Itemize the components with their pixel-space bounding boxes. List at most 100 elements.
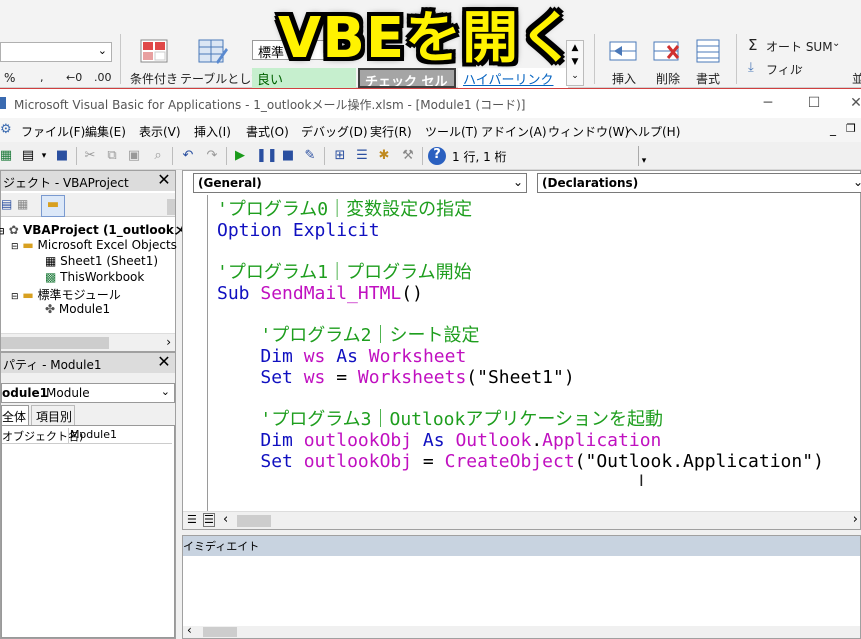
format-as-table-icon[interactable]	[198, 38, 228, 64]
copy-icon[interactable]: ⧉	[104, 148, 120, 164]
code-line[interactable]	[217, 304, 824, 325]
full-module-view-icon[interactable]: ☰	[203, 513, 215, 527]
scrollbar-thumb[interactable]	[203, 627, 237, 637]
minimize-icon[interactable]: _	[830, 122, 836, 136]
insert-userform-icon[interactable]: ▤	[20, 148, 36, 164]
expand-icon[interactable]: ⊟	[11, 242, 19, 252]
comma-style-icon[interactable]: ,	[40, 71, 44, 84]
code-line[interactable]: Dim ws As Worksheet	[217, 346, 824, 367]
sort-filter-partial[interactable]: 並	[852, 70, 861, 87]
properties-window-icon[interactable]: ☰	[354, 148, 370, 164]
maximize-icon[interactable]: ☐	[806, 95, 822, 111]
font-size-combo[interactable]: ⌄	[0, 42, 112, 62]
code-editor[interactable]: 'プログラム0｜変数設定の指定 Option Explicit 'プログラム1｜プロ…	[217, 199, 824, 472]
code-line[interactable]	[217, 388, 824, 409]
expand-icon[interactable]: ⊟	[11, 292, 19, 302]
paste-icon[interactable]: ▣	[126, 148, 142, 164]
margin-indicator-bar[interactable]	[183, 195, 208, 515]
minimize-icon[interactable]: ─	[760, 95, 776, 111]
format-cells-icon[interactable]	[694, 38, 724, 64]
toggle-folders-icon[interactable]: ▬	[41, 195, 65, 217]
menu-file[interactable]: ファイル(F)	[21, 123, 85, 140]
chevron-down-icon[interactable]: ⌄	[513, 175, 523, 189]
tree-thisworkbook[interactable]: ▩ ThisWorkbook	[45, 270, 144, 284]
code-line[interactable]: Set ws = Worksheets("Sheet1")	[217, 367, 824, 388]
scrollbar-vertical[interactable]	[167, 199, 175, 215]
code-line[interactable]: Option Explicit	[217, 220, 824, 241]
decrease-decimal-icon[interactable]: .00	[94, 71, 112, 84]
object-select[interactable]: odule1 Module ⌄	[1, 383, 175, 403]
object-browser-icon[interactable]: ✱	[376, 148, 392, 164]
menu-tools[interactable]: ツール(T)	[425, 123, 478, 140]
tree-root[interactable]: ⊟ ✿ VBAProject (1_outlookメ	[0, 221, 186, 238]
close-icon[interactable]: ✕	[156, 354, 172, 371]
close-icon[interactable]: ✕	[156, 172, 172, 189]
tree-excel-objects[interactable]: ⊟ ▬ Microsoft Excel Objects	[11, 238, 177, 252]
format-label[interactable]: 書式	[696, 70, 720, 87]
expand-icon[interactable]: ⊟	[0, 227, 5, 237]
menu-debug[interactable]: デバッグ(D)	[301, 123, 368, 140]
menu-edit[interactable]: 編集(E)	[85, 123, 126, 140]
chevron-left-icon[interactable]: ‹	[223, 512, 228, 527]
tab-all[interactable]: 全体	[1, 405, 29, 425]
scrollbar-thumb[interactable]	[237, 515, 271, 527]
chevron-right-icon[interactable]: ›	[853, 512, 858, 527]
break-icon[interactable]: ❚❚	[256, 148, 278, 164]
code-line[interactable]: 'プログラム2｜シート設定	[217, 325, 824, 346]
excel-view-icon[interactable]: ▦	[0, 148, 14, 164]
conditional-format-label[interactable]: 条件付き	[130, 70, 178, 87]
scrollbar-horizontal[interactable]: ›	[1, 333, 175, 351]
code-line[interactable]: Sub SendMail_HTML()	[217, 283, 824, 304]
chevron-down-icon[interactable]: ⌄	[161, 385, 170, 398]
code-line[interactable]: Dim outlookObj As Outlook.Application	[217, 430, 824, 451]
tree-sheet1[interactable]: ▦ Sheet1 (Sheet1)	[45, 254, 158, 268]
toolbar-options-icon[interactable]: ▾	[638, 146, 649, 166]
run-icon[interactable]: ▶	[232, 148, 248, 164]
delete-label[interactable]: 削除	[656, 70, 680, 87]
view-object-icon[interactable]: ▦	[17, 197, 28, 211]
view-code-icon[interactable]: ▤	[1, 197, 12, 211]
procedure-combo[interactable]: (Declarations) ⌄	[537, 173, 861, 193]
menu-addins[interactable]: アドイン(A)	[481, 123, 547, 140]
redo-icon[interactable]: ↷	[204, 148, 220, 164]
chevron-down-icon[interactable]: ▾	[36, 148, 52, 164]
object-combo[interactable]: (General) ⌄	[193, 173, 527, 193]
close-icon[interactable]: ✕	[848, 95, 861, 111]
code-line[interactable]	[217, 241, 824, 262]
menu-help[interactable]: ヘルプ(H)	[626, 123, 680, 140]
insert-cells-icon[interactable]	[608, 38, 638, 64]
help-icon[interactable]: ?	[428, 147, 446, 165]
insert-label[interactable]: 挿入	[612, 70, 636, 87]
scrollbar-horizontal[interactable]: ‹	[183, 623, 860, 638]
chevron-right-icon[interactable]: ›	[166, 335, 171, 349]
property-row[interactable]: オブジェクト名) Module1	[2, 428, 172, 444]
code-line[interactable]: 'プログラム3｜Outlookアプリケーションを起動	[217, 409, 824, 430]
menu-format[interactable]: 書式(O)	[246, 123, 289, 140]
autosum-label[interactable]: オート SUM	[766, 38, 833, 55]
format-as-table-label[interactable]: テーブルとして	[180, 70, 263, 87]
design-mode-icon[interactable]: ✎	[302, 148, 318, 164]
system-menu-icon[interactable]: ⚙	[0, 122, 12, 137]
undo-icon[interactable]: ↶	[180, 148, 196, 164]
scrollbar-thumb[interactable]	[1, 337, 109, 349]
chevron-down-icon[interactable]: ⌄	[853, 175, 861, 189]
sigma-icon[interactable]: Σ	[748, 36, 757, 54]
menu-run[interactable]: 実行(R)	[370, 123, 412, 140]
tree-module1[interactable]: ✤ Module1	[45, 302, 110, 316]
fill-down-icon[interactable]: ⤓	[748, 60, 754, 75]
chevron-down-icon[interactable]: ⌄	[832, 38, 840, 49]
find-icon[interactable]: ⌕	[150, 148, 166, 164]
menu-window[interactable]: ウィンドウ(W)	[548, 123, 629, 140]
chevron-down-icon[interactable]: ⌄	[796, 61, 804, 72]
procedure-view-icon[interactable]: ☰	[187, 513, 197, 526]
number-format-percent[interactable]: %	[4, 71, 15, 85]
cut-icon[interactable]: ✂	[82, 148, 98, 164]
tree-std-modules[interactable]: ⊟ ▬ 標準モジュール	[11, 286, 121, 303]
increase-decimal-icon[interactable]: ←0	[66, 71, 82, 84]
immediate-input[interactable]	[183, 556, 860, 626]
chevron-left-icon[interactable]: ‹	[187, 623, 192, 637]
delete-cells-icon[interactable]	[652, 38, 682, 64]
toolbox-icon[interactable]: ⚒	[400, 148, 416, 164]
code-line[interactable]: Set outlookObj = CreateObject("Outlook.A…	[217, 451, 824, 472]
tab-category[interactable]: 項目別	[31, 405, 75, 425]
